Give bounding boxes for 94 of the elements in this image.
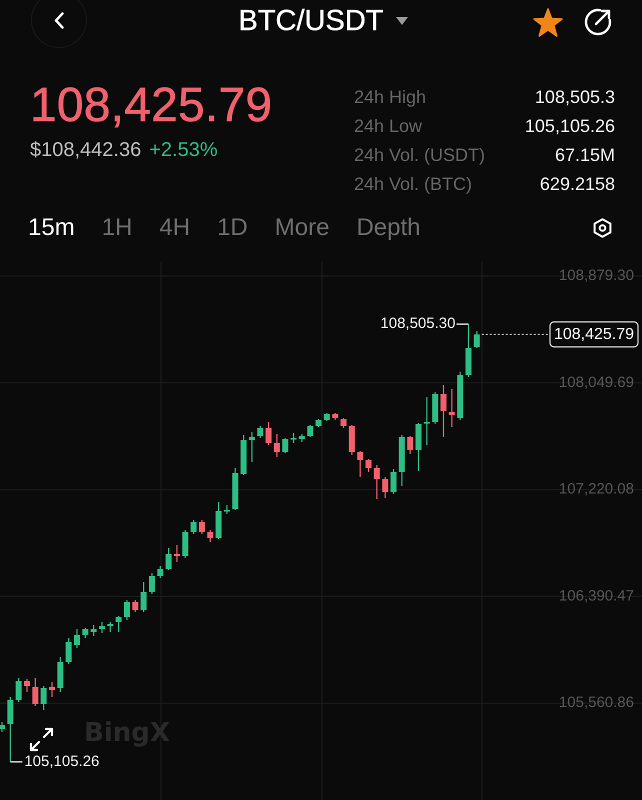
y-axis-tick-label: 108,049.69 — [558, 374, 634, 391]
rising-candlestick — [257, 426, 264, 438]
rising-candlestick — [240, 435, 247, 476]
falling-candlestick — [266, 422, 272, 446]
y-axis-tick-label: 108,879.30 — [558, 266, 634, 284]
stat-label: 24h Vol. (BTC) — [354, 174, 474, 195]
back-button[interactable] — [31, 0, 87, 48]
rising-candlestick — [66, 638, 72, 664]
rising-candlestick — [416, 423, 422, 471]
rising-candlestick — [140, 582, 147, 612]
share-icon[interactable] — [583, 7, 613, 37]
rising-candlestick — [398, 435, 405, 486]
rising-candlestick — [57, 656, 64, 692]
rising-candlestick — [0, 722, 5, 732]
high-price-leader — [456, 323, 468, 325]
timeframe-tab[interactable]: 15m — [28, 214, 75, 242]
timeframe-tab[interactable]: Depth — [356, 214, 420, 242]
falling-candlestick — [32, 678, 38, 706]
falling-candlestick — [382, 477, 388, 498]
last-price: 108,425.79 — [30, 83, 272, 129]
falling-candlestick — [24, 678, 30, 692]
y-axis-tick-label: 107,220.08 — [558, 480, 634, 498]
rising-candlestick — [107, 622, 114, 632]
stat-label: 24h High — [354, 87, 428, 108]
falling-candlestick — [207, 530, 214, 542]
rising-candlestick — [307, 425, 314, 437]
rising-candlestick — [90, 625, 97, 636]
rising-candlestick — [190, 520, 197, 534]
rising-candlestick — [74, 629, 80, 648]
rising-candlestick — [282, 438, 288, 454]
falling-candlestick — [340, 418, 347, 428]
falling-candlestick — [48, 682, 55, 697]
usd-value: $108,442.36 — [30, 139, 142, 161]
rising-candlestick — [474, 331, 480, 348]
y-axis-tick-label: 105,560.86 — [558, 694, 634, 712]
falling-candlestick — [366, 458, 372, 472]
rising-candlestick — [116, 616, 122, 632]
falling-candlestick — [407, 436, 414, 454]
price-change: +2.53% — [149, 139, 218, 161]
stat-label: 24h Vol. (USDT) — [354, 145, 486, 166]
timeframe-tab[interactable]: More — [274, 214, 330, 242]
rising-candlestick — [324, 413, 330, 421]
falling-candlestick — [174, 544, 180, 562]
rising-candlestick — [148, 573, 155, 594]
settings-icon[interactable] — [593, 218, 612, 238]
stat-value: 108,505.3 — [534, 87, 615, 108]
rising-candlestick — [290, 432, 297, 443]
high-price-label: 108,505.30 — [380, 315, 456, 332]
falling-candlestick — [332, 413, 338, 420]
falling-candlestick — [348, 425, 355, 455]
rising-candlestick — [457, 372, 464, 420]
falling-candlestick — [357, 451, 364, 477]
low-price-label: 105,105.26 — [24, 752, 100, 770]
back-icon — [54, 12, 64, 28]
timeframe-tab[interactable]: 1H — [102, 214, 132, 242]
stat-value: 67.15M — [554, 145, 615, 166]
timeframe-tab[interactable]: 4H — [159, 214, 190, 242]
rising-candlestick — [224, 505, 230, 514]
rising-candlestick — [424, 397, 430, 446]
current-price-line — [481, 334, 550, 335]
rising-candlestick — [98, 622, 105, 634]
rising-candlestick — [232, 468, 238, 510]
rising-candlestick — [7, 697, 14, 762]
stat-label: 24h Low — [354, 116, 424, 137]
rising-candlestick — [216, 502, 222, 540]
stat-value: 105,105.26 — [524, 116, 615, 137]
expand-icon[interactable] — [30, 728, 54, 752]
falling-candlestick — [198, 520, 205, 534]
low-price-leader — [10, 761, 22, 763]
rising-candlestick — [432, 392, 438, 424]
rising-candlestick — [298, 434, 305, 442]
rising-candlestick — [16, 678, 22, 702]
falling-candlestick — [274, 434, 280, 458]
falling-candlestick — [440, 384, 446, 437]
stat-value: 629.2158 — [538, 174, 615, 195]
caret-icon — [396, 17, 408, 25]
falling-candlestick — [448, 388, 455, 428]
rising-candlestick — [390, 469, 396, 494]
favorite-star-icon[interactable] — [533, 8, 563, 36]
current-price-tag: 108,425.79 — [549, 321, 639, 348]
rising-candlestick — [157, 566, 164, 578]
rising-candlestick — [82, 628, 88, 638]
rising-candlestick — [40, 686, 47, 710]
falling-candlestick — [374, 465, 380, 499]
timeframe-tab[interactable]: 1D — [217, 214, 248, 242]
rising-candlestick — [182, 530, 188, 558]
pair-selector-button[interactable]: BTC/USDT — [238, 4, 408, 38]
y-axis-tick-label: 106,390.47 — [558, 587, 634, 604]
falling-candlestick — [132, 600, 138, 612]
rising-candlestick — [465, 324, 472, 377]
rising-candlestick — [166, 548, 172, 570]
rising-candlestick — [248, 432, 255, 462]
rising-candlestick — [316, 419, 322, 428]
rising-candlestick — [124, 600, 130, 620]
